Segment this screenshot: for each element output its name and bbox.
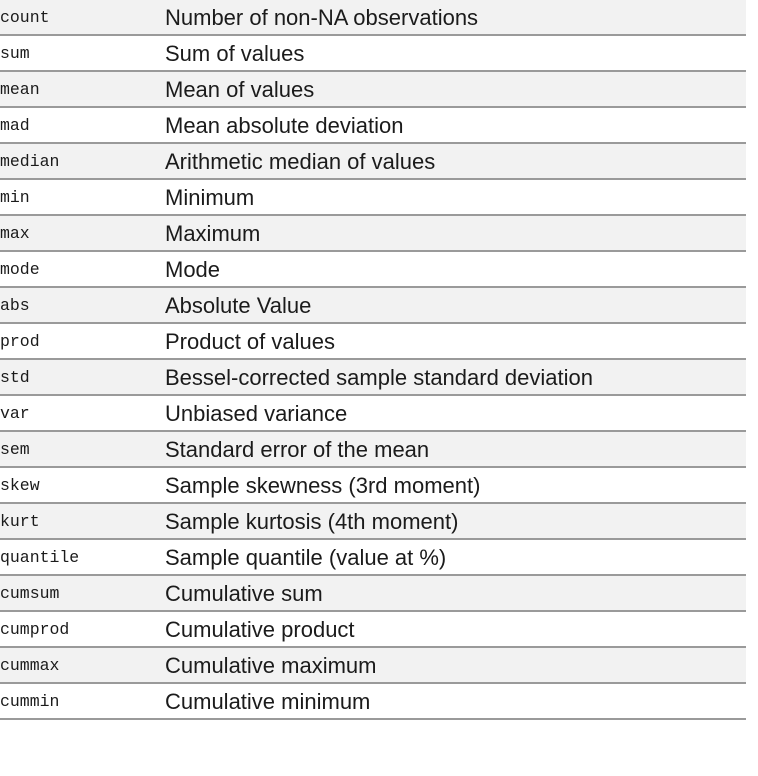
cell-function-name: kurt bbox=[0, 503, 165, 539]
cell-function-name: abs bbox=[0, 287, 165, 323]
cell-description: Cumulative minimum bbox=[165, 683, 746, 719]
cell-description: Number of non-NA observations bbox=[165, 0, 746, 35]
cell-function-name: sum bbox=[0, 35, 165, 71]
table-row: sumSum of values bbox=[0, 35, 746, 71]
cell-description: Absolute Value bbox=[165, 287, 746, 323]
cell-description: Sample quantile (value at %) bbox=[165, 539, 746, 575]
cell-function-name: std bbox=[0, 359, 165, 395]
cell-function-name: median bbox=[0, 143, 165, 179]
cell-function-name: var bbox=[0, 395, 165, 431]
cell-description: Mean absolute deviation bbox=[165, 107, 746, 143]
table-row: quantileSample quantile (value at %) bbox=[0, 539, 746, 575]
cell-description: Maximum bbox=[165, 215, 746, 251]
table-row: kurtSample kurtosis (4th moment) bbox=[0, 503, 746, 539]
cell-description: Cumulative product bbox=[165, 611, 746, 647]
table-row: cumsumCumulative sum bbox=[0, 575, 746, 611]
cell-description: Mean of values bbox=[165, 71, 746, 107]
cell-description: Sample kurtosis (4th moment) bbox=[165, 503, 746, 539]
cell-description: Sample skewness (3rd moment) bbox=[165, 467, 746, 503]
table-row: cumminCumulative minimum bbox=[0, 683, 746, 719]
cell-description: Bessel-corrected sample standard deviati… bbox=[165, 359, 746, 395]
table-row: madMean absolute deviation bbox=[0, 107, 746, 143]
table-row: medianArithmetic median of values bbox=[0, 143, 746, 179]
cell-function-name: sem bbox=[0, 431, 165, 467]
cell-function-name: cummax bbox=[0, 647, 165, 683]
cell-description: Minimum bbox=[165, 179, 746, 215]
cell-description: Mode bbox=[165, 251, 746, 287]
cell-function-name: cummin bbox=[0, 683, 165, 719]
cell-function-name: count bbox=[0, 0, 165, 35]
table-row: stdBessel-corrected sample standard devi… bbox=[0, 359, 746, 395]
cell-function-name: mode bbox=[0, 251, 165, 287]
cell-function-name: mad bbox=[0, 107, 165, 143]
table-row: skewSample skewness (3rd moment) bbox=[0, 467, 746, 503]
table-viewport: Function Description countNumber of non-… bbox=[0, 0, 758, 776]
cell-description: Cumulative maximum bbox=[165, 647, 746, 683]
table-row: cumprodCumulative product bbox=[0, 611, 746, 647]
table-row: cummaxCumulative maximum bbox=[0, 647, 746, 683]
table-body: countNumber of non-NA observationssumSum… bbox=[0, 0, 746, 719]
cell-function-name: quantile bbox=[0, 539, 165, 575]
cell-description: Product of values bbox=[165, 323, 746, 359]
descriptive-statistics-table: Function Description countNumber of non-… bbox=[0, 0, 746, 720]
table-row: minMinimum bbox=[0, 179, 746, 215]
cell-function-name: skew bbox=[0, 467, 165, 503]
page-root: Function Description countNumber of non-… bbox=[0, 0, 758, 776]
cell-description: Sum of values bbox=[165, 35, 746, 71]
table-row: modeMode bbox=[0, 251, 746, 287]
cell-function-name: cumprod bbox=[0, 611, 165, 647]
table-row: meanMean of values bbox=[0, 71, 746, 107]
table-row: semStandard error of the mean bbox=[0, 431, 746, 467]
table-row: varUnbiased variance bbox=[0, 395, 746, 431]
cell-description: Standard error of the mean bbox=[165, 431, 746, 467]
table-row: prodProduct of values bbox=[0, 323, 746, 359]
cell-function-name: min bbox=[0, 179, 165, 215]
cell-description: Cumulative sum bbox=[165, 575, 746, 611]
cell-function-name: cumsum bbox=[0, 575, 165, 611]
table-scroll-content: Function Description countNumber of non-… bbox=[0, 0, 746, 720]
table-row: absAbsolute Value bbox=[0, 287, 746, 323]
cell-function-name: prod bbox=[0, 323, 165, 359]
table-row: maxMaximum bbox=[0, 215, 746, 251]
cell-function-name: max bbox=[0, 215, 165, 251]
cell-description: Unbiased variance bbox=[165, 395, 746, 431]
cell-description: Arithmetic median of values bbox=[165, 143, 746, 179]
cell-function-name: mean bbox=[0, 71, 165, 107]
table-row: countNumber of non-NA observations bbox=[0, 0, 746, 35]
